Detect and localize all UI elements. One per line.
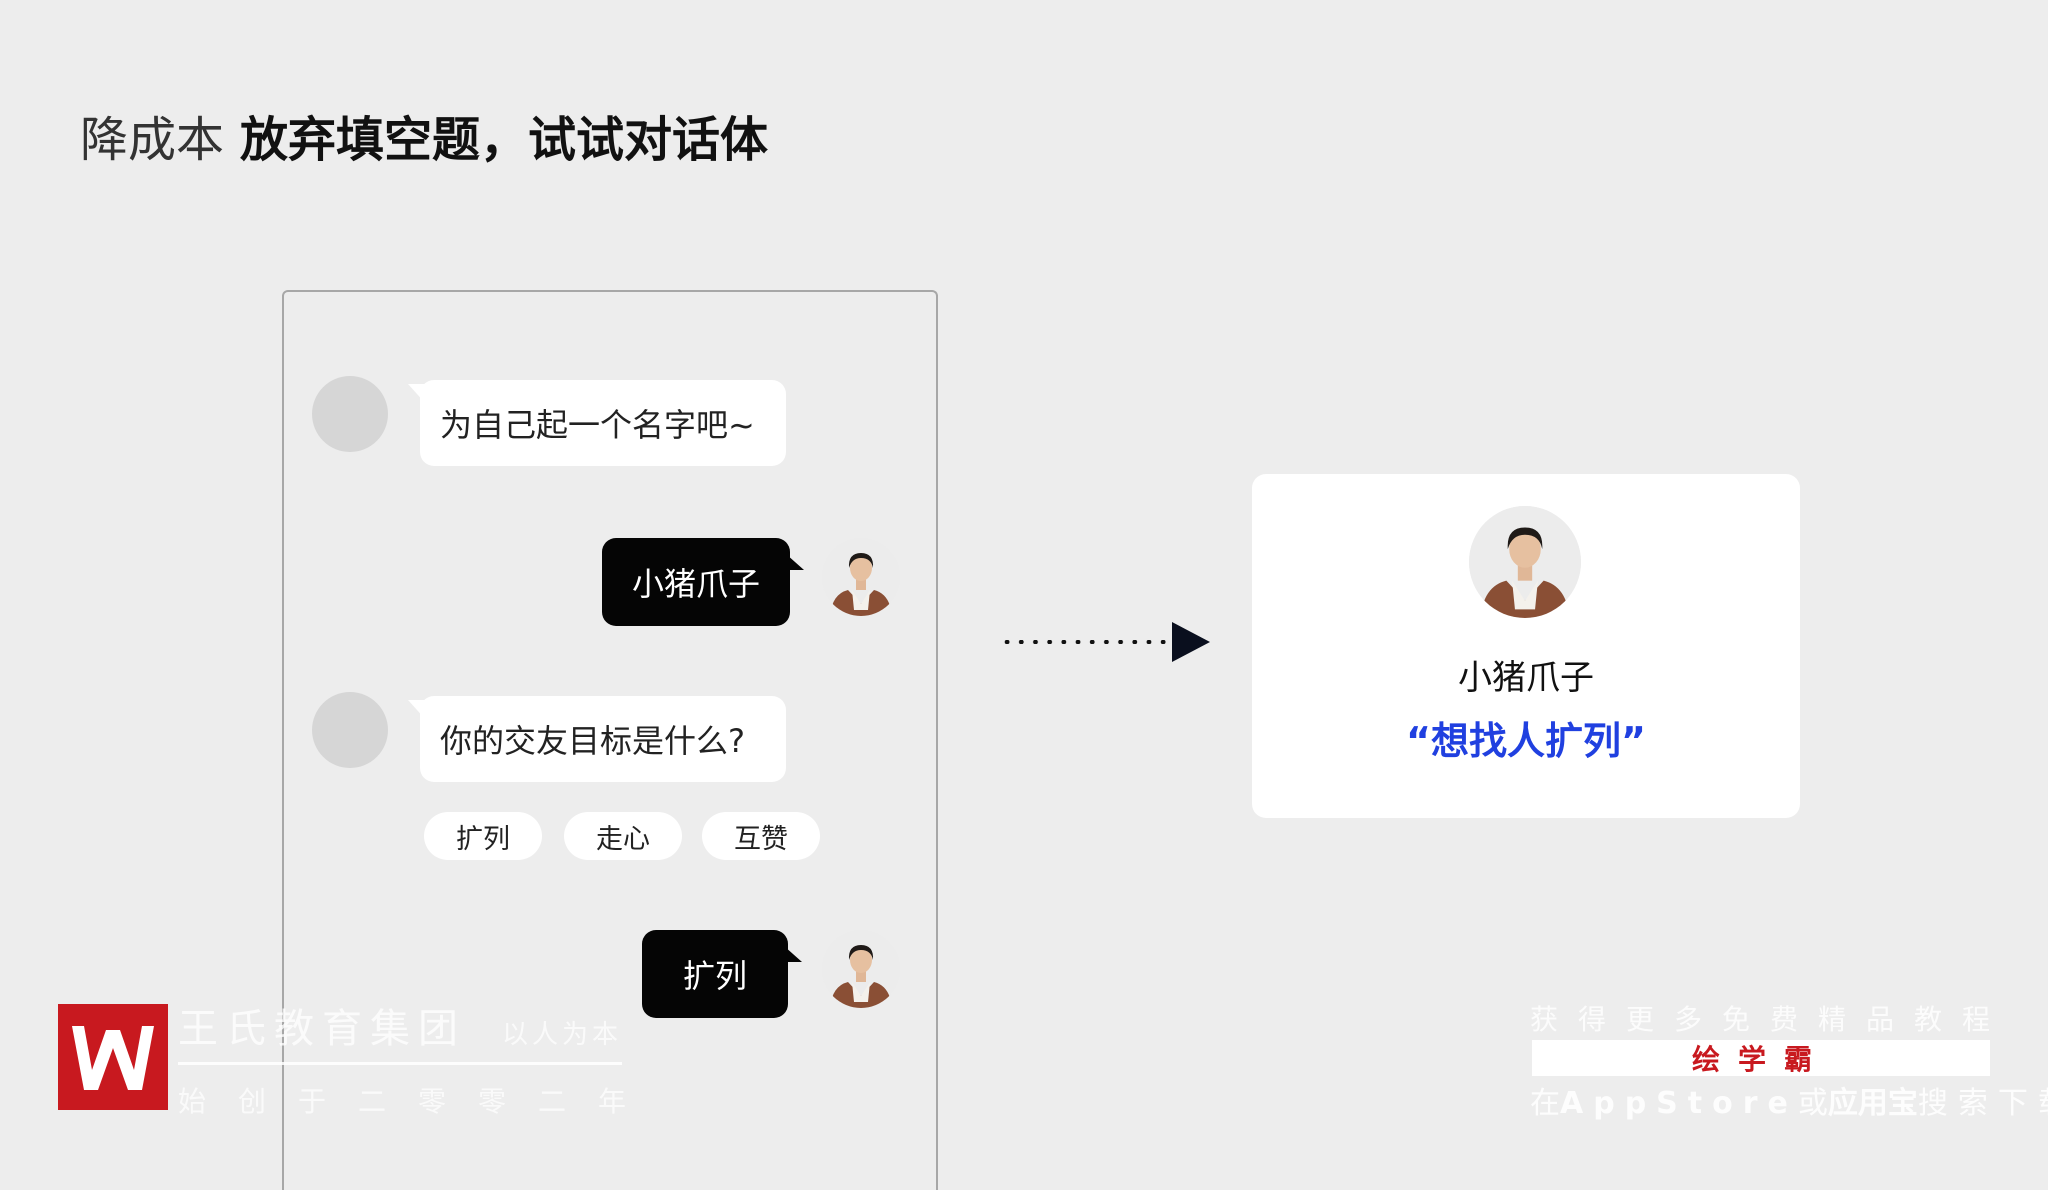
brand-logo [58,1004,168,1110]
brand-divider [178,1062,622,1065]
bot-question-1-text: 为自己起一个名字吧~ [440,406,755,444]
option-chip-label: 互赞 [734,823,788,855]
profile-avatar [1469,506,1581,618]
bot-avatar [312,376,388,452]
title-prefix: 降成本 [80,112,225,168]
user-avatar-2 [822,930,900,1008]
option-chip-label: 走心 [596,823,650,855]
bot-question-1: 为自己起一个名字吧~ [408,380,786,466]
profile-result-card: 小猪爪子 “想找人扩列” [1252,474,1800,818]
watermark-app: 应用宝 [1827,1086,1918,1121]
watermark-bottom-post: 搜索下载 [1917,1086,2048,1121]
user-answer-2: 扩列 [642,930,802,1018]
person-portrait-icon [822,930,900,1008]
person-portrait-icon [822,538,900,616]
watermark-bottom-mid: 或 [1797,1086,1828,1121]
watermark-bottom: 在AppStore或应用宝搜索下载 [1530,1078,2048,1122]
watermark-app-bar: 绘学霸 [1532,1040,1990,1076]
option-chip-label: 扩列 [456,823,510,855]
user-answer-1: 小猪爪子 [602,538,804,626]
chat-phone-frame: 为自己起一个名字吧~ 小猪爪子 你的交友目标是什么? 扩列 走心 互赞 扩列 [282,290,938,1190]
user-answer-2-text: 扩列 [682,957,747,995]
watermark-top: 获得更多免费精品教程 [1530,1003,2011,1036]
dotted-arrow-line [1000,640,1172,644]
option-chip-huzan[interactable]: 互赞 [702,812,820,860]
watermark-app-name: 绘学霸 [1691,1043,1830,1076]
bot-avatar [312,692,388,768]
title-main: 放弃填空题，试试对话体 [240,112,769,168]
profile-goal-quote: “想找人扩列” [1406,719,1646,763]
brand-w-logo-icon [72,1026,154,1090]
option-chip-zouxin[interactable]: 走心 [564,812,682,860]
page-title: 降成本 放弃填空题，试试对话体 [80,108,768,172]
user-answer-1-text: 小猪爪子 [631,565,760,603]
brand-since: 始创于二零零二年 [178,1085,659,1118]
person-portrait-icon [1469,506,1581,618]
arrow-right-icon [1172,622,1210,662]
bot-question-2: 你的交友目标是什么? [408,696,786,782]
user-avatar-1 [822,538,900,616]
brand-name: 王氏教育集团 [178,1006,466,1052]
profile-name: 小猪爪子 [1458,658,1594,698]
watermark-store: AppStore [1560,1086,1798,1121]
watermark-bottom-pre: 在 [1530,1086,1560,1121]
brand-slogan: 以人为本 [502,1020,623,1050]
option-chip-kuolie[interactable]: 扩列 [424,812,542,860]
bot-question-2-text: 你的交友目标是什么? [440,722,745,760]
